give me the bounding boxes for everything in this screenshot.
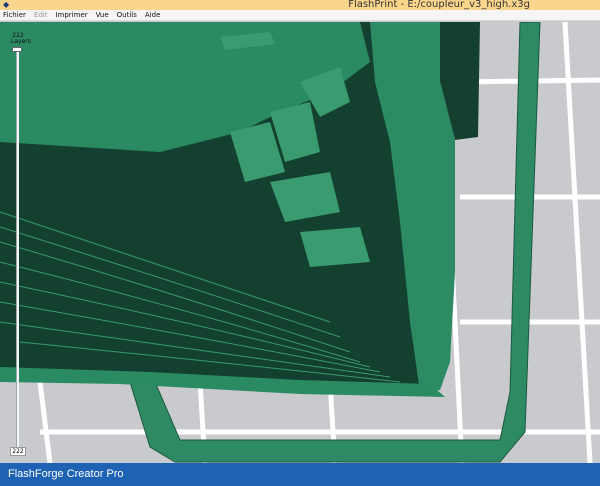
layer-slider-value: 222 Layers: [11, 32, 31, 45]
print-preview-canvas: [0, 22, 600, 463]
layer-slider-bottom-value[interactable]: 222: [10, 447, 26, 456]
layer-slider-handle[interactable]: [12, 47, 22, 52]
3d-viewport[interactable]: [0, 22, 600, 463]
layer-slider-track[interactable]: [16, 50, 19, 450]
title-bar: ◆ FlashPrint - E:/coupleur_v3_high.x3g: [0, 0, 600, 10]
menu-bar: Fichier Edit Imprimer Vue Outils Aide: [0, 10, 600, 21]
menu-edit[interactable]: Edit: [34, 11, 48, 19]
menu-fichier[interactable]: Fichier: [3, 11, 26, 19]
menu-imprimer[interactable]: Imprimer: [55, 11, 87, 19]
status-bar: FlashForge Creator Pro: [0, 463, 600, 486]
menu-vue[interactable]: Vue: [96, 11, 109, 19]
printer-name: FlashForge Creator Pro: [8, 468, 124, 480]
window-title: FlashPrint - E:/coupleur_v3_high.x3g: [348, 0, 530, 10]
menu-outils[interactable]: Outils: [117, 11, 137, 19]
menu-aide[interactable]: Aide: [145, 11, 160, 19]
